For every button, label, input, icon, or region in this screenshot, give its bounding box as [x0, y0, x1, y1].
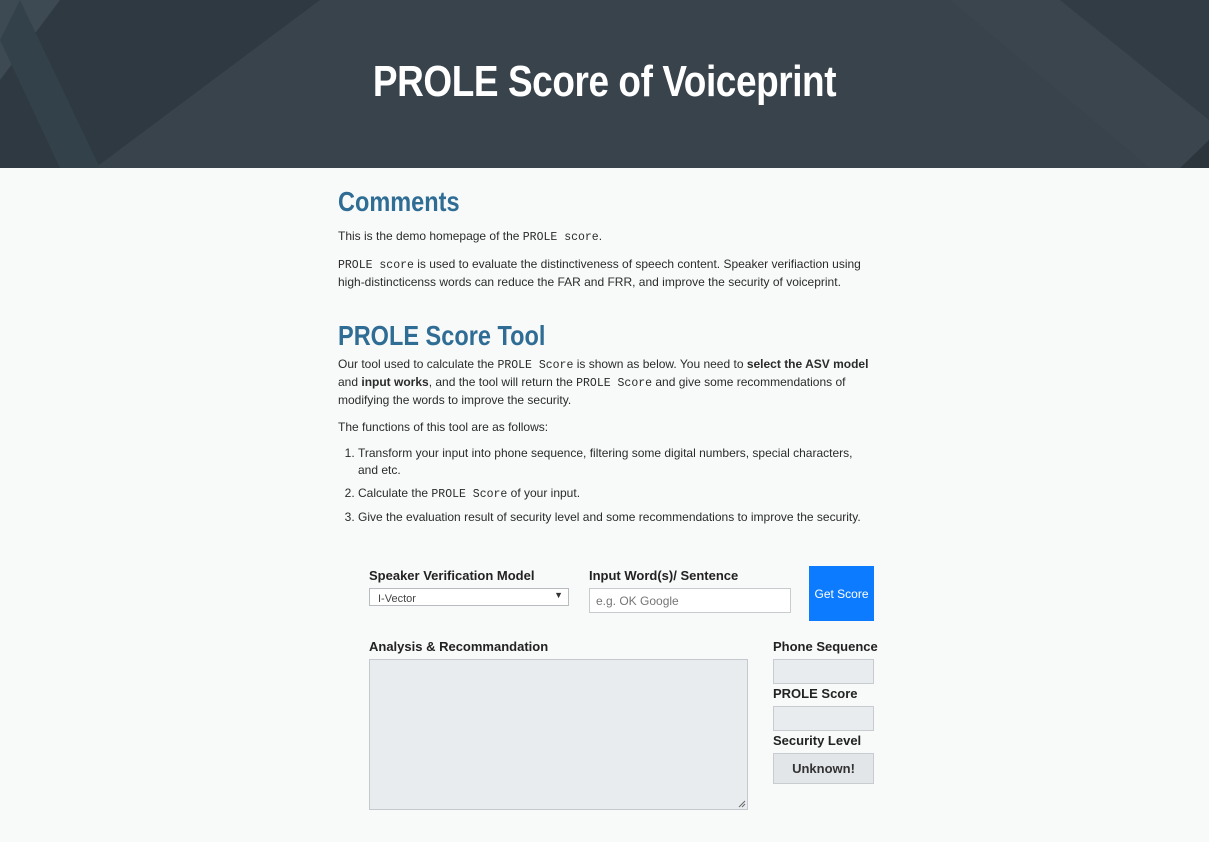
page-title: PROLE Score of Voiceprint	[372, 57, 837, 106]
intro-end: .	[598, 229, 603, 243]
tool-description: Our tool used to calculate the PROLE Sco…	[338, 356, 888, 409]
phone-sequence-field	[773, 659, 874, 684]
intro-text: This is the demo homepage of the	[338, 229, 523, 243]
model-label: Speaker Verification Model	[369, 568, 535, 583]
tool-code-1: PROLE Score	[497, 359, 574, 372]
tool-text-4: , and the tool will return the	[428, 375, 577, 389]
model-select[interactable]: I-Vector ▼	[369, 588, 569, 606]
tool-heading: PROLE Score Tool	[338, 320, 546, 351]
page-header: PROLE Score of Voiceprint	[0, 0, 1209, 168]
functions-list: Transform your input into phone sequence…	[338, 445, 878, 532]
list-item-code: PROLE Score	[431, 488, 508, 501]
intro-code: PROLE score	[522, 231, 599, 244]
functions-intro: The functions of this tool are as follow…	[338, 420, 549, 434]
tool-text-1: Our tool used to calculate the	[338, 357, 498, 371]
description-code: PROLE score	[338, 259, 414, 272]
list-item: Calculate the PROLE Score of your input.	[358, 485, 878, 503]
prole-score-label: PROLE Score	[773, 686, 858, 701]
tool-text-2: is shown as below. You need to	[573, 357, 747, 371]
tool-code-2: PROLE Score	[576, 377, 653, 390]
description-text: is used to evaluate the distinctiveness …	[338, 257, 861, 289]
get-score-button[interactable]: Get Score	[809, 566, 874, 621]
chevron-down-icon: ▼	[554, 590, 563, 600]
model-select-value: I-Vector	[378, 593, 416, 605]
comments-description: PROLE score is used to evaluate the dist…	[338, 256, 878, 291]
phone-sequence-label: Phone Sequence	[773, 639, 878, 654]
resize-grip-icon[interactable]	[738, 800, 746, 808]
comments-heading: Comments	[338, 186, 460, 217]
security-level-label: Security Level	[773, 733, 862, 748]
security-level-badge: Unknown!	[773, 753, 874, 784]
prole-score-field	[773, 706, 874, 731]
word-input[interactable]	[589, 588, 791, 613]
tool-bold-2: input works	[361, 375, 429, 389]
analysis-label: Analysis & Recommandation	[369, 639, 549, 654]
tool-bold-1: select the ASV model	[746, 357, 869, 371]
list-item: Transform your input into phone sequence…	[358, 445, 878, 479]
list-item-text: Calculate the	[358, 486, 432, 500]
list-item-text-end: of your input.	[507, 486, 581, 500]
input-label: Input Word(s)/ Sentence	[589, 568, 739, 583]
analysis-textarea[interactable]	[369, 659, 748, 810]
list-item: Give the evaluation result of security l…	[358, 509, 878, 526]
comments-intro: This is the demo homepage of the PROLE s…	[338, 228, 878, 246]
tool-text-3: and	[338, 375, 362, 389]
